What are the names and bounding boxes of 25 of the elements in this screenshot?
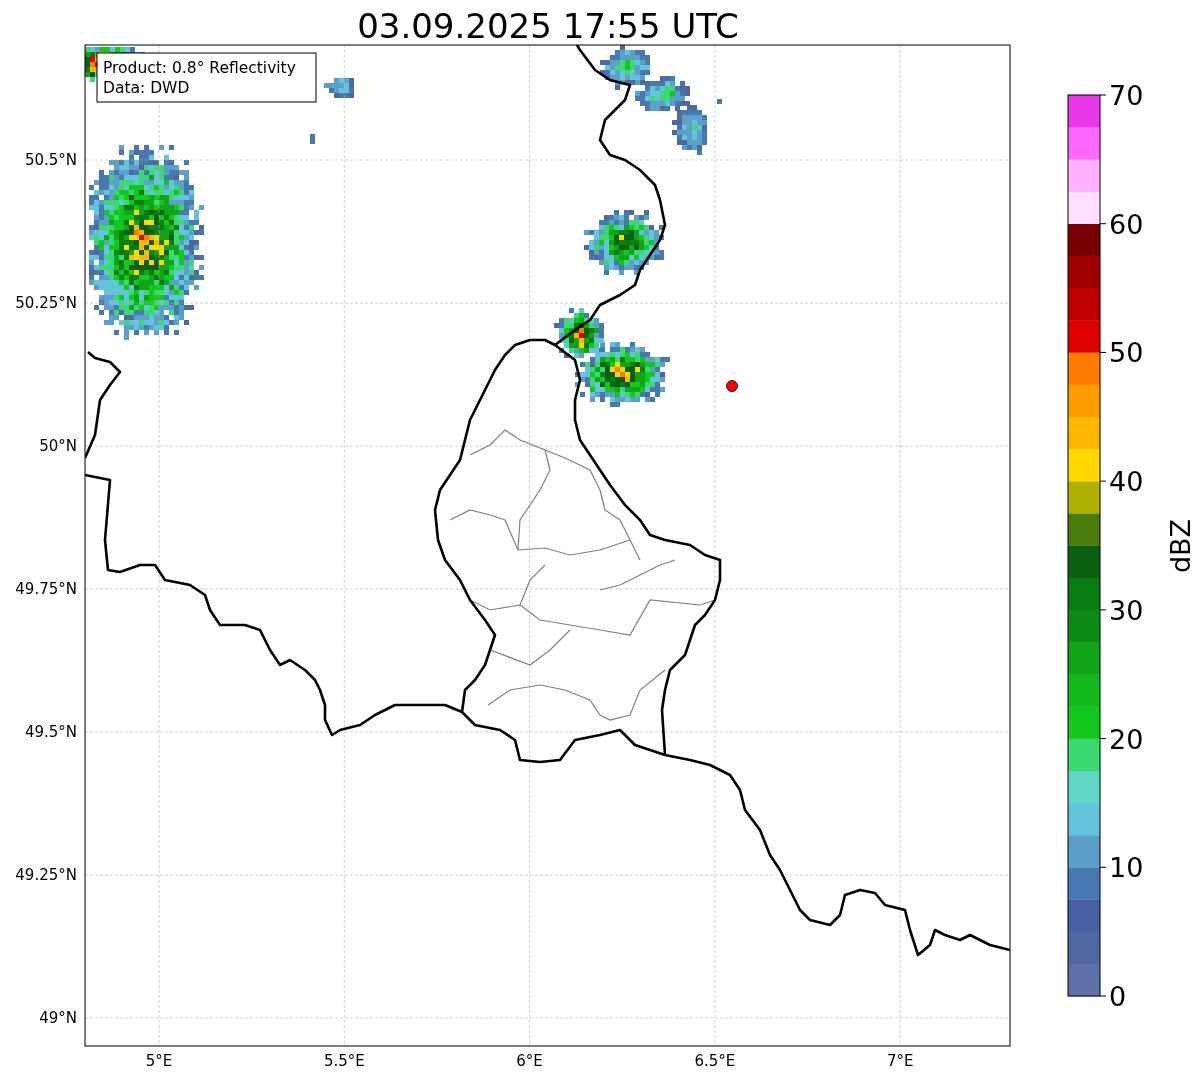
- latitude-label: 50.5°N: [24, 151, 77, 169]
- colorbar-label: dBZ: [1165, 518, 1196, 574]
- longitude-label: 5.5°E: [323, 1052, 365, 1070]
- latitude-label: 49.5°N: [24, 723, 77, 741]
- longitude-label: 6.5°E: [694, 1052, 736, 1070]
- colorbar-tick-label: 10: [1109, 852, 1144, 884]
- colorbar-tick-label: 70: [1109, 80, 1144, 111]
- colorbar-tick-label: 60: [1109, 208, 1144, 240]
- colorbar-tick-label: 30: [1109, 594, 1144, 626]
- colorbar-tick-label: 20: [1109, 723, 1144, 755]
- latitude-label: 50°N: [39, 437, 77, 455]
- latitude-label: 50.25°N: [15, 294, 77, 312]
- colorbar-tick-label: 40: [1109, 466, 1144, 498]
- info-text: Product: 0.8° Reflectivity: [103, 59, 296, 77]
- colorbar-tick-label: 50: [1109, 337, 1144, 369]
- map-title: 03.09.2025 17:55 UTC: [357, 6, 739, 46]
- latitude-label: 49.25°N: [15, 866, 77, 884]
- longitude-label: 6°E: [516, 1052, 543, 1070]
- longitude-label: 5°E: [145, 1052, 173, 1070]
- colorbar-tick-label: 0: [1109, 981, 1127, 1012]
- longitude-label: 7°E: [886, 1052, 914, 1070]
- latitude-label: 49.75°N: [15, 580, 77, 598]
- radar-site-marker: [726, 380, 738, 392]
- info-text: Data: DWD: [103, 79, 190, 97]
- latitude-label: 49°N: [39, 1009, 77, 1027]
